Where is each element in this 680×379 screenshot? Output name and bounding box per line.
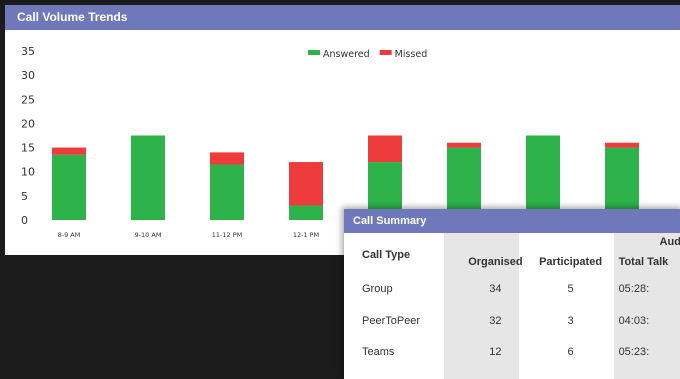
y-tick-label: 35 [21, 45, 35, 58]
row-participated: 6 [567, 346, 574, 358]
bar-segment [210, 152, 244, 165]
bar-segment [526, 135, 560, 220]
row-organised: 34 [489, 283, 502, 295]
y-tick-label: 30 [21, 69, 35, 82]
x-tick-label: 12-1 PM [293, 231, 319, 239]
row-call-type: Teams [362, 346, 395, 358]
table-row: PeerToPeer 32 3 04:03: [344, 305, 680, 336]
y-tick-label: 25 [21, 93, 35, 106]
x-tick-label: 9-10 AM [135, 231, 162, 239]
audio-group-header: Audi [659, 236, 680, 248]
row-total-talk: 05:28: [618, 283, 650, 295]
row-organised: 12 [489, 346, 502, 358]
y-tick-label: 15 [21, 142, 35, 155]
row-call-type: Group [362, 283, 393, 295]
y-tick-label: 5 [21, 190, 28, 203]
row-call-type: PeerToPeer [362, 314, 421, 327]
call-type-header: Call Type [362, 249, 411, 261]
y-tick-label: 20 [21, 117, 35, 130]
table-row: Teams 12 6 05:23: [344, 336, 680, 368]
bar-segment [289, 162, 323, 206]
organised-header: Organised [468, 256, 523, 268]
x-tick-label: 8-9 AM [58, 231, 81, 239]
legend-swatch [308, 50, 320, 55]
bar-segment [368, 135, 402, 163]
bar-segment [605, 142, 639, 148]
row-participated: 3 [567, 314, 574, 327]
y-tick-label: 10 [21, 166, 35, 179]
legend-label: Missed [395, 49, 428, 60]
bar-segment [131, 135, 165, 220]
bar-segment [289, 205, 323, 220]
y-tick-label: 0 [21, 214, 28, 227]
bar-segment [52, 147, 86, 155]
row-organised: 32 [489, 314, 502, 327]
bar-segment [52, 154, 86, 220]
call-summary-table: Call Type Audi Organised Participated To… [344, 233, 680, 368]
legend-swatch [379, 50, 392, 55]
row-total-talk: 04:03: [618, 314, 650, 327]
row-total-talk: 05:23: [618, 346, 650, 358]
legend-label: Answered [323, 49, 370, 60]
bar-segment [447, 142, 481, 148]
participated-header: Participated [539, 256, 603, 268]
bar-segment [210, 164, 244, 220]
panel-title: Call Summary [344, 209, 680, 233]
x-tick-label: 11-12 PM [212, 231, 242, 239]
total-talk-header: Total Talk [618, 256, 669, 268]
table-row: Group 34 5 05:28: [344, 273, 680, 305]
call-summary-panel: Call Summary Call Type Audi Organised Pa… [344, 209, 680, 379]
row-participated: 5 [567, 283, 574, 295]
